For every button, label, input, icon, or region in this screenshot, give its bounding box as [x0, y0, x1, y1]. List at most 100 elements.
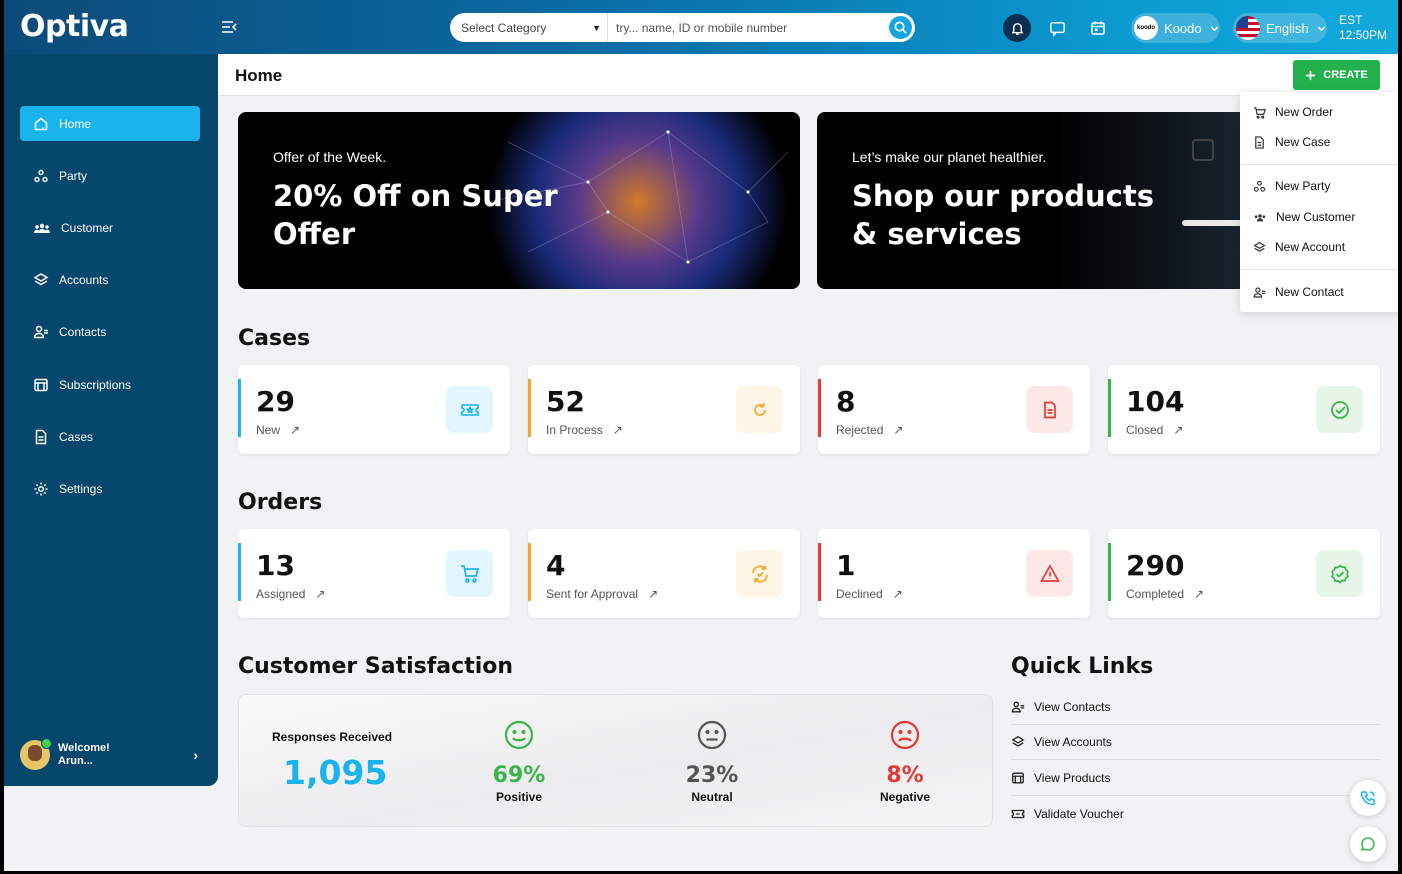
- offer-banner[interactable]: Offer of the Week. 20% Off on Super Offe…: [238, 112, 800, 289]
- menu-item-label: New Party: [1275, 179, 1331, 193]
- document-icon: [1026, 386, 1073, 433]
- chat-icon: [1049, 21, 1065, 37]
- search-input[interactable]: try... name, ID or mobile number: [608, 21, 889, 35]
- menu-item-new-order[interactable]: New Order: [1240, 99, 1398, 125]
- calendar-button[interactable]: [1084, 14, 1112, 42]
- accounts-icon: [1011, 735, 1025, 747]
- case-card-closed[interactable]: 104 Closed ↗: [1108, 365, 1380, 454]
- user-profile[interactable]: Welcome! Arun... ›: [20, 738, 202, 772]
- brand-selector[interactable]: koodo Koodo: [1131, 13, 1220, 43]
- arrow-up-right-icon: ↗: [612, 423, 623, 437]
- current-time: 12:50PM: [1339, 28, 1388, 42]
- sidebar-item-subscriptions[interactable]: Subscriptions: [20, 367, 200, 402]
- messages-button[interactable]: [1043, 14, 1071, 42]
- sad-face-icon: [890, 720, 920, 750]
- call-button[interactable]: [1350, 780, 1386, 816]
- banner-headline-line: Offer: [273, 217, 356, 251]
- search-button[interactable]: [889, 16, 912, 39]
- case-card-new[interactable]: 29 New ↗: [238, 365, 510, 454]
- accounts-icon: [1253, 241, 1266, 252]
- menu-item-new-party[interactable]: New Party: [1240, 173, 1398, 199]
- order-card-sent-for-approval[interactable]: 4 Sent for Approval ↗: [528, 529, 800, 618]
- top-bar: Optiva Select Category ▼ try... name, ID…: [4, 0, 1398, 54]
- quick-link-view-products[interactable]: View Products: [1011, 761, 1380, 796]
- quick-link-validate-voucher[interactable]: Validate Voucher: [1011, 796, 1380, 831]
- contacts-icon: [1011, 701, 1025, 713]
- sidebar-item-party[interactable]: Party: [20, 158, 200, 193]
- order-card-assigned[interactable]: 13 Assigned ↗: [238, 529, 510, 618]
- stat-label: Sent for Approval: [546, 587, 639, 601]
- category-select[interactable]: Select Category ▼: [450, 13, 608, 42]
- menu-item-label: New Case: [1275, 135, 1331, 149]
- satisfaction-section-title: Customer Satisfaction: [238, 654, 514, 679]
- contacts-icon: [33, 325, 48, 338]
- clock: EST 12:50PM: [1339, 13, 1387, 43]
- products-banner[interactable]: Let’s make our planet healthier. Shop ou…: [817, 112, 1247, 289]
- subscriptions-icon: [34, 378, 48, 391]
- menu-item-new-case[interactable]: New Case: [1240, 129, 1398, 155]
- chevron-right-icon: ›: [193, 746, 198, 763]
- search-icon: [894, 21, 907, 34]
- menu-item-new-contact[interactable]: New Contact: [1240, 279, 1398, 305]
- menu-item-new-customer[interactable]: New Customer: [1240, 204, 1398, 230]
- party-icon: [1253, 180, 1266, 192]
- welcome-text: Welcome!: [58, 742, 110, 754]
- stat-value: 104: [1126, 385, 1185, 418]
- stat-value: 52: [546, 385, 585, 418]
- stat-label: Assigned: [256, 587, 306, 601]
- customer-icon: [1254, 213, 1266, 221]
- cases-icon: [35, 429, 47, 444]
- user-name: Arun...: [58, 755, 93, 767]
- sidebar-item-settings[interactable]: Settings: [20, 471, 200, 506]
- sidebar-item-cases[interactable]: Cases: [20, 419, 200, 454]
- us-flag-icon: [1236, 16, 1260, 40]
- accounts-icon: [33, 272, 49, 285]
- sidebar: Home Party Customer Accounts Contacts Su…: [4, 54, 218, 786]
- stat-value: 13: [256, 549, 295, 582]
- quick-link-view-accounts[interactable]: View Accounts: [1011, 725, 1380, 760]
- menu-item-label: New Customer: [1276, 210, 1356, 224]
- sidebar-item-label: Home: [59, 116, 92, 131]
- sidebar-item-contacts[interactable]: Contacts: [20, 314, 200, 349]
- sidebar-item-home[interactable]: Home: [20, 106, 200, 141]
- sidebar-item-accounts[interactable]: Accounts: [20, 262, 200, 297]
- satisfaction-label: Neutral: [691, 790, 733, 804]
- quick-link-view-contacts[interactable]: View Contacts: [1011, 690, 1380, 725]
- check-circle-icon: [1316, 386, 1363, 433]
- chevron-down-icon: [1210, 26, 1218, 31]
- timezone: EST: [1339, 13, 1363, 27]
- bell-icon: [1010, 22, 1024, 35]
- koodo-logo: koodo: [1134, 16, 1158, 40]
- satisfaction-label: Positive: [495, 790, 543, 804]
- sidebar-item-label: Settings: [59, 481, 103, 496]
- stat-value: 29: [256, 385, 295, 418]
- arrow-up-right-icon: ↗: [892, 587, 903, 601]
- sidebar-item-customer[interactable]: Customer: [20, 210, 200, 245]
- order-card-declined[interactable]: 1 Declined ↗: [818, 529, 1090, 618]
- stat-label: Completed: [1126, 587, 1185, 601]
- banner-headline-line: Shop our products: [852, 179, 1154, 213]
- order-card-completed[interactable]: 290 Completed ↗: [1108, 529, 1380, 618]
- arrow-up-right-icon: ↗: [1173, 423, 1184, 437]
- main-header: Home CREATE: [218, 54, 1398, 96]
- satisfaction-card: Responses Received 1,095 69% Positive 23…: [238, 694, 993, 827]
- happy-face-icon: [504, 720, 534, 750]
- optiva-logo[interactable]: Optiva: [20, 9, 129, 44]
- case-card-in-process[interactable]: 52 In Process ↗: [528, 365, 800, 454]
- party-icon: [34, 169, 48, 182]
- home-icon: [34, 117, 48, 130]
- create-button[interactable]: CREATE: [1293, 60, 1380, 90]
- language-selector[interactable]: English: [1233, 13, 1327, 43]
- banner-kicker: Offer of the Week.: [273, 149, 387, 165]
- contacts-icon: [1253, 286, 1266, 298]
- responses-label: Responses Received: [272, 730, 393, 744]
- cart-icon: [446, 550, 493, 597]
- avatar: [20, 738, 52, 770]
- satisfaction-percent: 69%: [492, 763, 546, 788]
- notifications-button[interactable]: [1003, 14, 1031, 42]
- chat-button[interactable]: [1350, 826, 1386, 862]
- stat-label: New: [256, 423, 281, 437]
- menu-item-new-account[interactable]: New Account: [1240, 234, 1398, 260]
- menu-toggle-icon[interactable]: [220, 18, 238, 36]
- case-card-rejected[interactable]: 8 Rejected ↗: [818, 365, 1090, 454]
